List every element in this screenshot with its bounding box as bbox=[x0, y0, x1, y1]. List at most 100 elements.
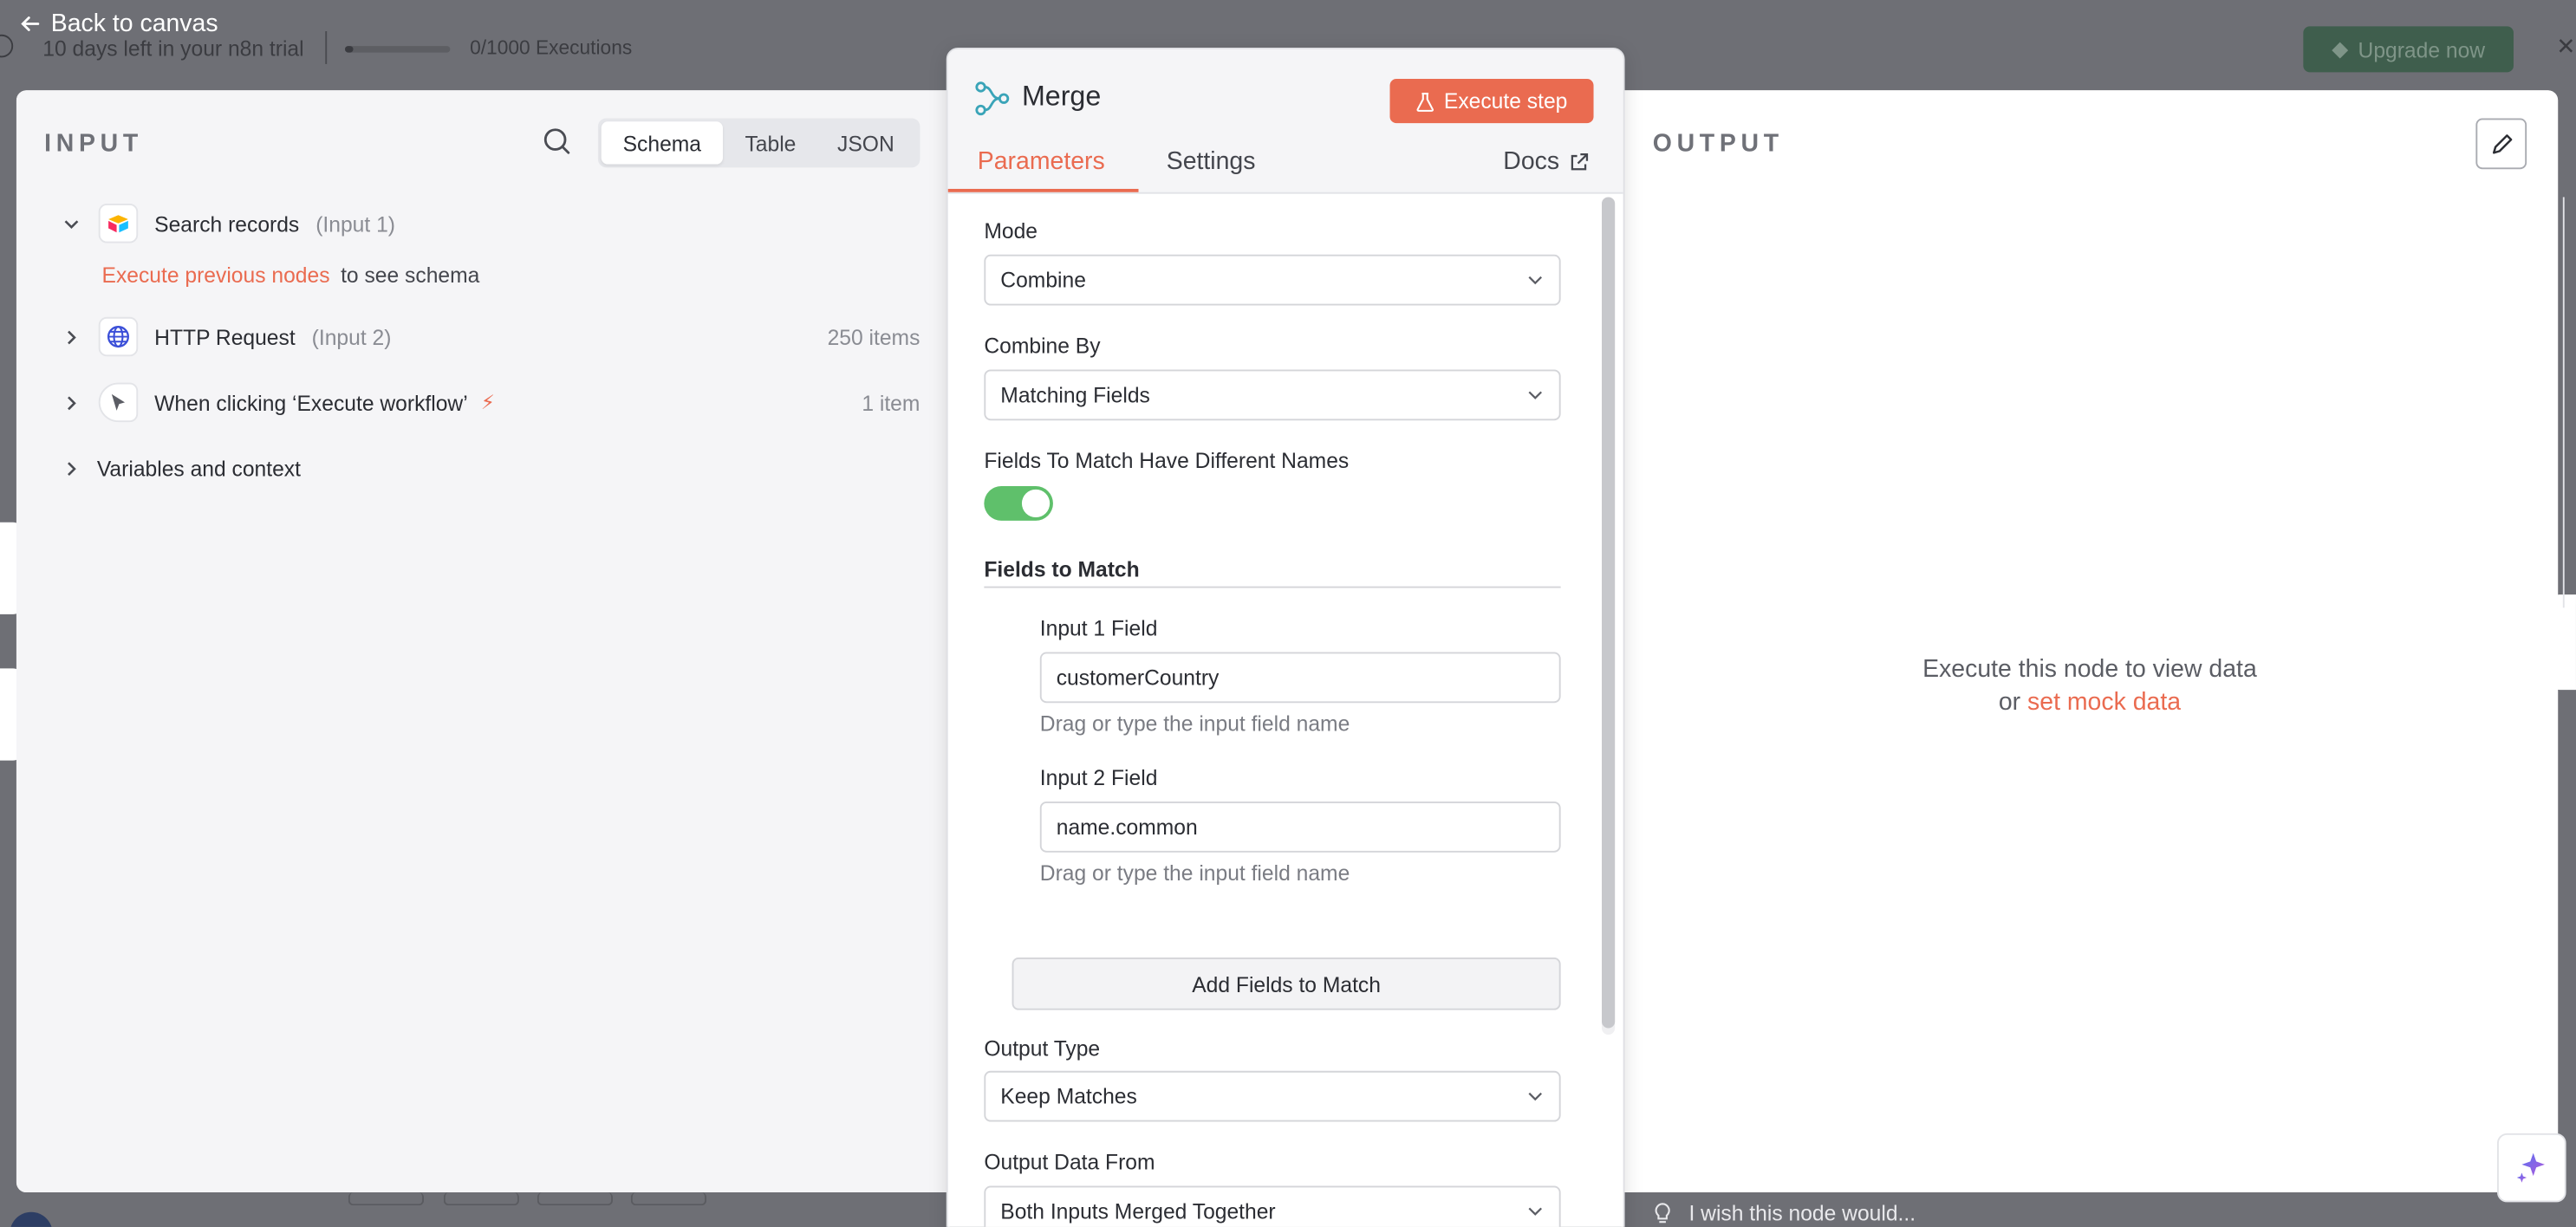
docs-label: Docs bbox=[1503, 147, 1560, 176]
execute-step-button[interactable]: Execute step bbox=[1389, 78, 1594, 124]
chevron-down-icon bbox=[1528, 276, 1542, 285]
input2-field-hint: Drag or type the input field name bbox=[1039, 860, 1350, 886]
chevron-right-icon[interactable] bbox=[61, 393, 81, 412]
bg-ghost-button bbox=[348, 1192, 425, 1206]
output-type-select[interactable]: Keep Matches bbox=[984, 1070, 1561, 1122]
node-title[interactable]: Merge bbox=[1022, 81, 1101, 114]
input2-field-value: name.common bbox=[1056, 815, 1198, 840]
combine-by-value: Matching Fields bbox=[1000, 382, 1150, 408]
mode-value: Combine bbox=[1000, 267, 1086, 293]
item-count: 1 item bbox=[862, 390, 920, 415]
tab-schema[interactable]: Schema bbox=[601, 121, 723, 165]
chevron-down-icon[interactable] bbox=[61, 213, 81, 233]
output-pane bbox=[1623, 90, 2559, 1193]
close-icon[interactable]: ✕ bbox=[2556, 33, 2575, 61]
docs-link[interactable]: Docs bbox=[1503, 148, 1589, 176]
output-type-label: Output Type bbox=[984, 1035, 1101, 1061]
execute-previous-hint: Execute previous nodes to see schema bbox=[102, 263, 480, 287]
output-data-from-select[interactable]: Both Inputs Merged Together bbox=[984, 1185, 1561, 1227]
input1-field-label: Input 1 Field bbox=[1039, 615, 1158, 641]
chevron-down-icon bbox=[1528, 391, 1542, 399]
input2-field-label: Input 2 Field bbox=[1039, 765, 1158, 790]
external-link-icon bbox=[1571, 153, 1589, 170]
combine-by-select[interactable]: Matching Fields bbox=[984, 369, 1561, 421]
pointer-icon bbox=[98, 382, 139, 423]
ai-assistant-button[interactable] bbox=[2497, 1133, 2566, 1203]
pencil-icon bbox=[2492, 133, 2512, 153]
bg-ghost-button bbox=[443, 1192, 519, 1206]
mode-select[interactable]: Combine bbox=[984, 254, 1561, 306]
node-input-label: (Input 1) bbox=[315, 211, 395, 236]
feedback-bar[interactable]: I wish this node would... bbox=[1653, 1201, 1916, 1225]
chevron-down-icon bbox=[1528, 1207, 1542, 1216]
combine-by-label: Combine By bbox=[984, 333, 1101, 359]
input1-field-hint: Drag or type the input field name bbox=[1039, 711, 1350, 737]
search-icon[interactable] bbox=[542, 127, 575, 159]
right-panel-handle[interactable] bbox=[2549, 594, 2576, 691]
input1-field-input[interactable]: customerCountry bbox=[1039, 652, 1561, 704]
node-name: Search records bbox=[154, 211, 300, 236]
arrow-left-icon bbox=[21, 16, 40, 31]
tab-settings[interactable]: Settings bbox=[1167, 148, 1256, 176]
output-data-from-value: Both Inputs Merged Together bbox=[1000, 1198, 1276, 1224]
info-icon bbox=[0, 34, 14, 58]
diamond-icon: ◆ bbox=[2332, 36, 2349, 62]
upgrade-label: Upgrade now bbox=[2358, 36, 2486, 62]
output-data-from-label: Output Data From bbox=[984, 1149, 1155, 1175]
feedback-text: I wish this node would... bbox=[1688, 1200, 1916, 1225]
input-node-row-search-records[interactable]: Search records (Input 1) bbox=[61, 202, 920, 244]
section-divider bbox=[984, 586, 1561, 588]
fields-to-match-title: Fields to Match bbox=[984, 556, 1140, 581]
chevron-down-icon bbox=[1528, 1092, 1542, 1101]
output-edge bbox=[2562, 197, 2576, 608]
node-name: HTTP Request bbox=[154, 324, 296, 349]
output-type-value: Keep Matches bbox=[1000, 1083, 1137, 1109]
node-parameters-panel: Merge Execute step Parameters Settings D… bbox=[947, 49, 1623, 1227]
variables-context-row[interactable]: Variables and context bbox=[61, 447, 920, 490]
back-label: Back to canvas bbox=[50, 10, 218, 38]
airtable-icon bbox=[98, 204, 139, 243]
set-mock-data-link[interactable]: set mock data bbox=[2027, 688, 2181, 716]
active-tab-indicator bbox=[947, 188, 1139, 192]
different-names-label: Fields To Match Have Different Names bbox=[984, 448, 1350, 473]
execute-previous-rest: to see schema bbox=[341, 263, 480, 288]
upgrade-button[interactable]: ◆ Upgrade now bbox=[2303, 26, 2514, 73]
trial-text: 10 days left in your n8n trial bbox=[42, 36, 304, 62]
lightning-icon: ⚡ bbox=[480, 391, 495, 414]
input-title: INPUT bbox=[44, 129, 143, 158]
bg-ghost-button bbox=[537, 1192, 613, 1206]
add-fields-to-match-button[interactable]: Add Fields to Match bbox=[1012, 958, 1561, 1010]
tab-table[interactable]: Table bbox=[723, 121, 818, 164]
globe-icon bbox=[98, 316, 139, 357]
item-count: 250 items bbox=[827, 324, 920, 349]
output-title: OUTPUT bbox=[1652, 129, 1784, 158]
executions-progress-bar bbox=[345, 46, 451, 53]
input1-field-value: customerCountry bbox=[1056, 665, 1220, 691]
back-to-canvas-link[interactable]: Back to canvas bbox=[20, 10, 218, 38]
flask-icon bbox=[1416, 92, 1434, 111]
merge-node-icon bbox=[974, 81, 1011, 117]
node-input-label: (Input 2) bbox=[311, 324, 392, 349]
tab-parameters[interactable]: Parameters bbox=[978, 148, 1105, 176]
lightbulb-icon bbox=[1655, 1202, 1670, 1223]
execute-previous-link[interactable]: Execute previous nodes bbox=[102, 263, 330, 287]
add-fields-label: Add Fields to Match bbox=[1192, 971, 1381, 997]
scrollbar-thumb[interactable] bbox=[1602, 197, 1616, 1029]
tab-json[interactable]: JSON bbox=[818, 121, 914, 164]
chevron-right-icon[interactable] bbox=[61, 327, 81, 347]
input-node-row-http-request[interactable]: HTTP Request (Input 2) 250 items bbox=[61, 315, 920, 358]
trial-divider bbox=[325, 31, 328, 64]
different-names-toggle[interactable] bbox=[984, 486, 1053, 521]
avatar bbox=[10, 1211, 53, 1227]
bg-ghost-button bbox=[630, 1192, 707, 1206]
variables-label: Variables and context bbox=[96, 455, 301, 481]
node-name: When clicking ‘Execute workflow’ bbox=[154, 390, 468, 415]
chevron-right-icon[interactable] bbox=[61, 458, 81, 478]
output-empty-message: Execute this node to view data or set mo… bbox=[1873, 653, 2306, 719]
input-node-row-manual-trigger[interactable]: When clicking ‘Execute workflow’ ⚡ 1 ite… bbox=[61, 381, 920, 424]
edit-output-button[interactable] bbox=[2475, 118, 2527, 170]
toggle-knob bbox=[1021, 489, 1051, 518]
executions-count: 0/1000 Executions bbox=[470, 36, 633, 60]
mode-label: Mode bbox=[984, 218, 1038, 243]
input2-field-input[interactable]: name.common bbox=[1039, 801, 1561, 853]
